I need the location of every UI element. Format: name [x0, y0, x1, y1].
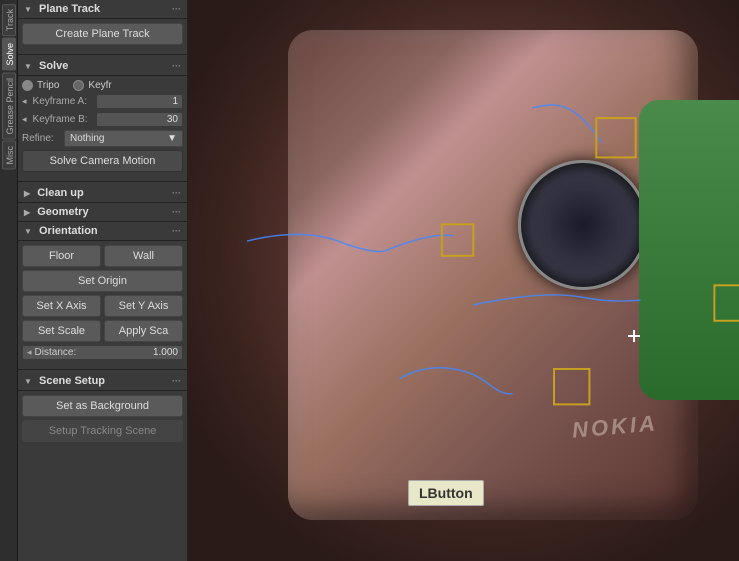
keyframe-b-row: ◂ Keyframe B: 30: [22, 112, 183, 127]
solve-arrow: ▼: [24, 62, 32, 71]
solve-header[interactable]: ▼ Solve ···: [18, 57, 187, 76]
keyframe-b-label: Keyframe B:: [33, 114, 93, 125]
tripo-label: Tripo: [37, 80, 59, 91]
plane-track-header[interactable]: ▼ Plane Track ···: [18, 0, 187, 19]
vertical-tabs: Track Solve Grease Pencil Misc: [0, 0, 18, 561]
geometry-dots: ···: [172, 207, 181, 217]
refine-dropdown[interactable]: Nothing ▼: [64, 130, 183, 147]
create-plane-track-button[interactable]: Create Plane Track: [22, 23, 183, 45]
refine-value: Nothing: [70, 133, 104, 144]
tripo-checkbox[interactable]: [22, 80, 33, 91]
distance-row: ◂ Distance: 1.000: [22, 345, 183, 360]
plane-track-arrow: ▼: [24, 5, 32, 14]
floor-button[interactable]: Floor: [22, 245, 101, 267]
solve-camera-motion-button[interactable]: Solve Camera Motion: [22, 150, 183, 172]
keyframe-b-chevron: ◂: [22, 114, 27, 125]
solve-dots: ···: [172, 61, 181, 71]
distance-label: Distance:: [35, 347, 153, 358]
orientation-header[interactable]: ▼ Orientation ···: [18, 222, 187, 241]
keyframe-a-chevron: ◂: [22, 96, 27, 107]
orientation-title: Orientation: [39, 225, 98, 237]
left-panel: ▼ Plane Track ··· Create Plane Track ▼ S…: [18, 0, 188, 561]
solve-title: Solve: [39, 60, 68, 72]
keyframe-a-label: Keyframe A:: [33, 96, 93, 107]
separator-1: [18, 54, 187, 55]
separator-2: [18, 181, 187, 182]
distance-chevron: ◂: [27, 347, 32, 358]
plane-track-content: Create Plane Track: [18, 19, 187, 52]
green-hand: [639, 100, 739, 400]
orientation-content: Floor Wall Set Origin Set X Axis Set Y A…: [18, 241, 187, 367]
geometry-header[interactable]: ▶ Geometry ···: [18, 203, 187, 222]
tooltip-text: LButton: [419, 485, 473, 501]
plane-track-dots: ···: [172, 4, 181, 14]
floor-wall-row: Floor Wall: [22, 245, 183, 267]
scene-setup-arrow: ▼: [24, 377, 32, 386]
lbutton-tooltip: LButton: [408, 480, 484, 506]
cleanup-arrow: ▶: [24, 189, 30, 198]
scale-row: Set Scale Apply Sca: [22, 320, 183, 342]
phone-body: NOKIA: [288, 30, 698, 520]
orientation-dots: ···: [172, 226, 181, 236]
distance-value: 1.000: [153, 347, 178, 358]
refine-row: Refine: Nothing ▼: [22, 130, 183, 147]
apply-scale-button[interactable]: Apply Sca: [104, 320, 183, 342]
vtab-track[interactable]: Track: [2, 4, 16, 36]
keyfr-label: Keyfr: [88, 80, 111, 91]
distance-field[interactable]: ◂ Distance: 1.000: [22, 345, 183, 360]
camera-lens: [518, 160, 648, 290]
refine-label: Refine:: [22, 133, 60, 144]
set-origin-button[interactable]: Set Origin: [22, 270, 183, 292]
viewport: NOKIA LButton: [188, 0, 739, 561]
solve-content: Tripo Keyfr ◂ Keyframe A: 1 ◂ Keyframe B…: [18, 76, 187, 179]
orientation-arrow: ▼: [24, 227, 32, 236]
vtab-solve[interactable]: Solve: [2, 38, 16, 71]
plane-track-title: Plane Track: [39, 3, 100, 15]
vtab-misc[interactable]: Misc: [2, 141, 16, 170]
vtab-grease-pencil[interactable]: Grease Pencil: [2, 73, 16, 140]
scene-setup-dots: ···: [172, 376, 181, 386]
refine-arrow-icon: ▼: [167, 133, 177, 144]
separator-3: [18, 369, 187, 370]
keyfr-checkbox[interactable]: [73, 80, 84, 91]
geometry-title: Geometry: [37, 206, 88, 218]
scene-setup-content: Set as Background Setup Tracking Scene: [18, 391, 187, 449]
cleanup-dots: ···: [172, 188, 181, 198]
keyframe-b-value[interactable]: 30: [96, 112, 183, 127]
wall-button[interactable]: Wall: [104, 245, 183, 267]
keyframe-a-value[interactable]: 1: [96, 94, 183, 109]
scene-setup-title: Scene Setup: [39, 375, 105, 387]
setup-tracking-scene-button[interactable]: Setup Tracking Scene: [22, 420, 183, 442]
cleanup-title: Clean up: [37, 187, 83, 199]
nokia-text: NOKIA: [571, 410, 659, 443]
scene-setup-header[interactable]: ▼ Scene Setup ···: [18, 372, 187, 391]
geometry-arrow: ▶: [24, 208, 30, 217]
cleanup-header[interactable]: ▶ Clean up ···: [18, 184, 187, 203]
keyframe-a-row: ◂ Keyframe A: 1: [22, 94, 183, 109]
set-y-axis-button[interactable]: Set Y Axis: [104, 295, 183, 317]
axis-row: Set X Axis Set Y Axis: [22, 295, 183, 317]
set-x-axis-button[interactable]: Set X Axis: [22, 295, 101, 317]
set-scale-button[interactable]: Set Scale: [22, 320, 101, 342]
viewport-background: NOKIA LButton: [188, 0, 739, 561]
set-as-background-button[interactable]: Set as Background: [22, 395, 183, 417]
tripo-row: Tripo Keyfr: [22, 80, 183, 91]
